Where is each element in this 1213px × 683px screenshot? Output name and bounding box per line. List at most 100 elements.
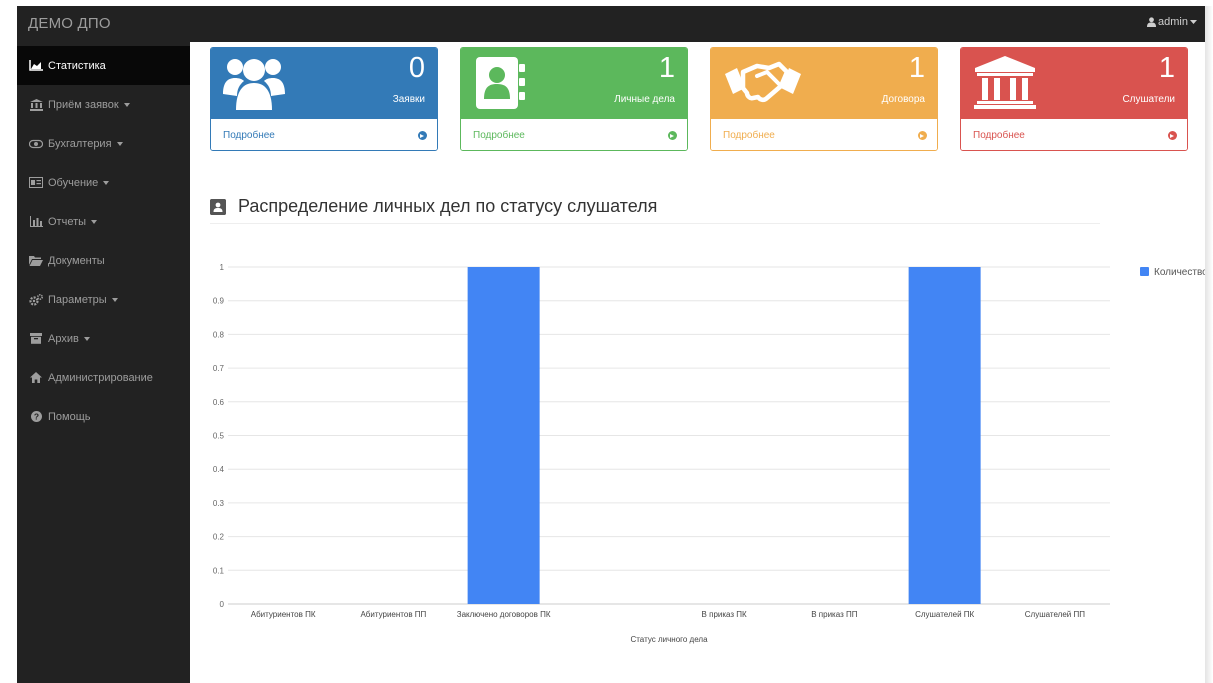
- cogs-icon: [29, 293, 43, 306]
- y-tick-label: 0.8: [213, 330, 225, 339]
- contracts-label: Договора: [881, 94, 925, 105]
- x-tick-label: Абитуриентов ПК: [251, 610, 316, 619]
- caret-down-icon: [111, 297, 118, 302]
- question-circle-icon: ?: [29, 411, 43, 423]
- caret-down-icon: [123, 102, 130, 107]
- arrow-circle-right-icon: [668, 131, 677, 140]
- x-tick-label: В приказ ПП: [811, 610, 857, 619]
- sidebar-item-label: Помощь: [48, 410, 91, 423]
- listeners-details-link[interactable]: Подробнее: [961, 119, 1187, 150]
- chevron-down-icon: [1190, 19, 1197, 24]
- y-tick-label: 0.5: [213, 432, 225, 441]
- stat-card-contracts: 1 Договора Подробнее: [710, 47, 938, 151]
- university-icon: [973, 54, 1037, 117]
- sidebar-item-help[interactable]: ? Помощь: [17, 397, 190, 436]
- caret-down-icon: [103, 180, 110, 185]
- personal-files-count: 1: [658, 52, 675, 84]
- section-title: Распределение личных дел по статусу слуш…: [238, 196, 658, 216]
- y-tick-label: 0.3: [213, 499, 225, 508]
- sidebar-item-label: Отчеты: [48, 215, 87, 228]
- sidebar-item-documents[interactable]: Документы: [17, 241, 190, 280]
- folder-open-icon: [29, 255, 43, 267]
- y-tick-label: 1: [220, 263, 225, 272]
- bar-chart-icon: [29, 216, 43, 228]
- stat-card-applications: 0 Заявки Подробнее: [210, 47, 438, 151]
- applications-label: Заявки: [392, 94, 425, 105]
- sidebar-item-label: Документы: [48, 254, 105, 267]
- status-distribution-chart: 0 0.1 0.2 0.3 0.4 0.5 0.6 0.7 0.8 0.9 1 Абитуриенто…: [213, 263, 1205, 644]
- sidebar: Статистика Приём заявок Бухгалтерия Обуч…: [17, 42, 190, 683]
- sidebar-item-accounting[interactable]: Бухгалтерия: [17, 124, 190, 163]
- brand-title[interactable]: ДЕМО ДПО: [28, 15, 111, 32]
- address-book-icon: [210, 198, 226, 215]
- card-header: 0 Заявки: [211, 48, 437, 119]
- caret-down-icon: [83, 336, 90, 341]
- applications-count: 0: [408, 52, 425, 84]
- app-window: ДЕМО ДПО admin Статистика Приём заявок Б…: [17, 6, 1205, 683]
- details-link-label: Подробнее: [723, 130, 775, 141]
- bar: [908, 267, 981, 604]
- section-header: Распределение личных дел по статусу слуш…: [210, 196, 657, 217]
- id-card-icon: [29, 177, 43, 189]
- y-tick-label: 0.7: [213, 364, 225, 373]
- details-link-label: Подробнее: [973, 130, 1025, 141]
- card-header: 1 Слушатели: [961, 48, 1187, 119]
- contracts-details-link[interactable]: Подробнее: [711, 119, 937, 150]
- details-link-label: Подробнее: [223, 130, 275, 141]
- card-header: 1 Договора: [711, 48, 937, 119]
- arrow-circle-right-icon: [918, 131, 927, 140]
- x-tick-label: Слушателей ПП: [1025, 610, 1085, 619]
- caret-down-icon: [91, 219, 98, 224]
- handshake-icon: [723, 54, 803, 117]
- legend-label: Количество: [1154, 267, 1205, 278]
- personal-files-details-link[interactable]: Подробнее: [461, 119, 687, 150]
- sidebar-item-label: Приём заявок: [48, 98, 119, 111]
- sidebar-item-label: Статистика: [48, 59, 106, 72]
- stat-card-listeners: 1 Слушатели Подробнее: [960, 47, 1188, 151]
- y-tick-label: 0.9: [213, 297, 225, 306]
- personal-files-label: Личные дела: [614, 94, 675, 105]
- details-link-label: Подробнее: [473, 130, 525, 141]
- archive-icon: [29, 333, 43, 345]
- svg-text:?: ?: [33, 412, 38, 422]
- listeners-label: Слушатели: [1122, 94, 1175, 105]
- sidebar-item-label: Обучение: [48, 176, 99, 189]
- legend-swatch: [1140, 267, 1149, 276]
- bank-icon: [29, 98, 43, 111]
- y-tick-label: 0: [220, 600, 225, 609]
- caret-down-icon: [116, 141, 123, 146]
- stat-card-personal-files: 1 Личные дела Подробнее: [460, 47, 688, 151]
- bar: [467, 267, 540, 604]
- applications-details-link[interactable]: Подробнее: [211, 119, 437, 150]
- sidebar-item-applications[interactable]: Приём заявок: [17, 85, 190, 124]
- area-chart-icon: [29, 60, 43, 72]
- arrow-circle-right-icon: [418, 131, 427, 140]
- users-icon: [223, 54, 285, 117]
- sidebar-item-education[interactable]: Обучение: [17, 163, 190, 202]
- sidebar-item-statistics[interactable]: Статистика: [17, 46, 190, 85]
- sidebar-item-label: Бухгалтерия: [48, 137, 112, 150]
- sidebar-item-administration[interactable]: Администрирование: [17, 358, 190, 397]
- x-tick-label: Слушателей ПК: [915, 610, 974, 619]
- y-tick-label: 0.6: [213, 398, 225, 407]
- contracts-count: 1: [908, 52, 925, 84]
- x-tick-label: Заключено договоров ПК: [457, 610, 551, 619]
- x-tick-label: Абитуриентов ПП: [360, 610, 426, 619]
- x-axis-title: Статус личного дела: [630, 635, 708, 644]
- window-shadow: [1205, 6, 1213, 683]
- sidebar-item-label: Параметры: [48, 293, 107, 306]
- card-header: 1 Личные дела: [461, 48, 687, 119]
- sidebar-item-label: Администрирование: [48, 371, 153, 384]
- sidebar-item-reports[interactable]: Отчеты: [17, 202, 190, 241]
- home-icon: [29, 372, 43, 384]
- section-divider: [210, 223, 1100, 224]
- sidebar-item-archive[interactable]: Архив: [17, 319, 190, 358]
- top-navbar: ДЕМО ДПО admin: [17, 6, 1205, 42]
- sidebar-item-settings[interactable]: Параметры: [17, 280, 190, 319]
- user-menu[interactable]: admin: [1147, 16, 1197, 28]
- arrow-circle-right-icon: [1168, 131, 1177, 140]
- sidebar-item-label: Архив: [48, 332, 79, 345]
- listeners-count: 1: [1158, 52, 1175, 84]
- y-tick-label: 0.2: [213, 533, 225, 542]
- address-book-icon: [473, 54, 533, 117]
